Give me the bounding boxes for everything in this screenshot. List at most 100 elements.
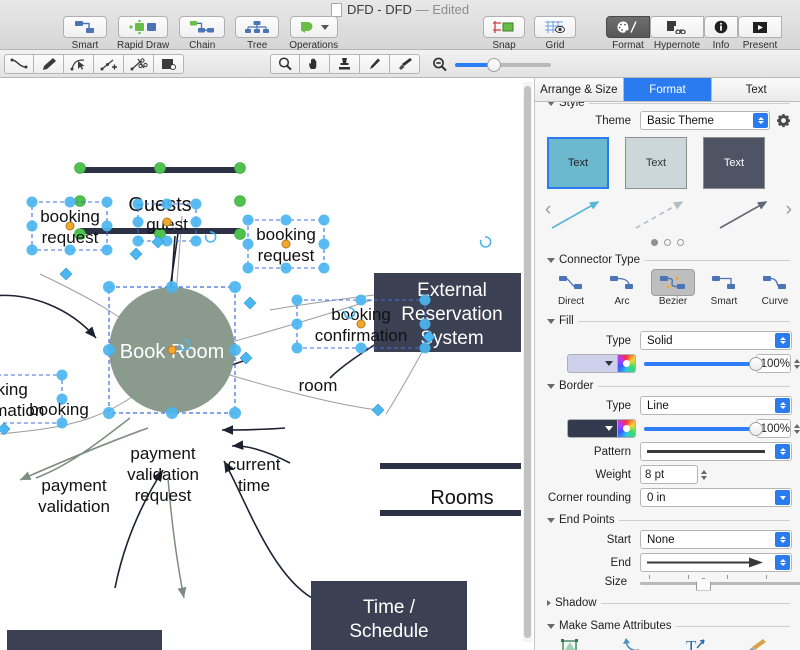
theme-select[interactable]: Basic Theme — [640, 111, 770, 130]
make-same-section-header[interactable]: Make Same Attributes — [535, 620, 800, 632]
connector-type-section-header[interactable]: Connector Type — [535, 254, 800, 266]
toolbar-item-format[interactable]: Format — [606, 16, 650, 51]
canvas-vertical-scrollbar[interactable] — [523, 82, 532, 642]
pager-dot-3[interactable] — [677, 239, 684, 246]
pager-dot-2[interactable] — [664, 239, 671, 246]
connector-type-arc[interactable]: Arc — [600, 269, 644, 307]
stamp-tool-icon[interactable] — [330, 54, 360, 74]
border-opacity-slider[interactable] — [644, 427, 749, 431]
border-type-select[interactable]: Line — [640, 396, 792, 415]
pager-dot-1[interactable] — [651, 239, 658, 246]
fill-color-wheel-icon[interactable] — [618, 354, 635, 373]
make-same-border-button[interactable]: Border — [613, 636, 653, 650]
rapid-draw-icon[interactable] — [118, 16, 168, 38]
zoom-slider-knob[interactable] — [487, 58, 501, 72]
corner-rounding-select[interactable]: 0 in — [640, 488, 792, 507]
theme-pager-dots[interactable] — [535, 239, 800, 246]
divider — [598, 386, 790, 387]
connector-type-direct[interactable]: Direct — [549, 269, 593, 307]
endpoint-end-select[interactable] — [640, 553, 792, 572]
grid-icon[interactable] — [534, 16, 576, 38]
theme-stepper-icon[interactable] — [753, 113, 768, 128]
theme-swatch-2[interactable]: Text — [625, 137, 687, 189]
toolbar-item-rapid-draw[interactable]: Rapid Draw — [117, 16, 169, 51]
connector-type-disclosure-icon[interactable] — [547, 258, 555, 263]
fill-opacity-slider[interactable] — [644, 362, 749, 366]
make-same-disclosure-icon[interactable] — [547, 624, 555, 629]
zoom-slider[interactable] — [455, 63, 551, 67]
border-pattern-select[interactable] — [640, 442, 792, 461]
endpoint-size-slider-knob[interactable] — [696, 578, 711, 591]
fill-color-swatch[interactable] — [567, 354, 619, 373]
border-type-stepper-icon[interactable] — [775, 398, 790, 413]
pen-tool-icon[interactable] — [34, 54, 64, 74]
add-node-icon[interactable] — [94, 54, 124, 74]
shadow-section-header[interactable]: Shadow — [535, 597, 800, 609]
end-points-disclosure-icon[interactable] — [547, 518, 555, 523]
info-icon[interactable] — [704, 16, 738, 38]
fill-disclosure-icon[interactable] — [547, 319, 555, 324]
hand-tool-icon[interactable] — [300, 54, 330, 74]
endpoint-end-stepper-icon[interactable] — [775, 555, 790, 570]
border-weight-value[interactable]: 8 pt — [640, 465, 698, 484]
toolbar-item-present[interactable]: Present — [738, 16, 782, 51]
endpoint-start-select[interactable]: None — [640, 530, 792, 549]
shadow-disclosure-icon[interactable] — [547, 600, 551, 606]
tab-text[interactable]: Text — [712, 78, 800, 101]
zoom-out-icon[interactable] — [432, 57, 448, 72]
curve-tool-icon[interactable] — [4, 54, 34, 74]
border-color-wheel-icon[interactable] — [618, 419, 635, 438]
make-same-text-format-button[interactable]: T Text Format — [675, 636, 715, 650]
border-disclosure-icon[interactable] — [547, 384, 555, 389]
toolbar-item-tree[interactable]: Tree — [235, 16, 279, 51]
fill-type-stepper-icon[interactable] — [775, 333, 790, 348]
gear-icon[interactable] — [776, 113, 791, 128]
endpoint-start-stepper-icon[interactable] — [775, 532, 790, 547]
border-pattern-stepper-icon[interactable] — [775, 444, 790, 459]
node-select-icon[interactable] — [64, 54, 94, 74]
canvas-scrollbar-thumb[interactable] — [524, 86, 531, 638]
toolbar-item-operations[interactable]: Operations — [289, 16, 338, 51]
toolbar-item-snap[interactable]: Snap — [483, 16, 525, 51]
zoom-control[interactable] — [432, 57, 551, 72]
diagram-canvas[interactable]: Guests Rooms External Reservation System — [0, 78, 521, 650]
delete-node-icon[interactable] — [124, 54, 154, 74]
connector-type-bezier[interactable]: Bezier — [651, 269, 695, 307]
border-opacity-stepper-icon[interactable] — [794, 424, 800, 434]
border-section-header[interactable]: Border — [535, 380, 800, 392]
snap-icon[interactable] — [483, 16, 525, 38]
eyedropper-icon[interactable] — [360, 54, 390, 74]
toolbar-item-grid[interactable]: Grid — [534, 16, 576, 51]
style-disclosure-icon[interactable] — [547, 102, 555, 106]
end-points-section-header[interactable]: End Points — [535, 514, 800, 526]
border-color-swatch[interactable] — [567, 419, 619, 438]
present-icon[interactable] — [738, 16, 782, 38]
theme-swatch-1[interactable]: Text — [547, 137, 609, 189]
connector-type-smart[interactable]: Smart — [702, 269, 746, 307]
chain-icon[interactable] — [179, 16, 225, 38]
palette-icon[interactable] — [606, 16, 650, 38]
connector-type-curve[interactable]: Curve — [753, 269, 797, 307]
operations-icon[interactable] — [290, 16, 338, 38]
smart-connector-icon[interactable] — [63, 16, 107, 38]
tree-icon[interactable] — [235, 16, 279, 38]
toolbar-item-hypernote[interactable]: Hypernote — [650, 16, 704, 51]
chevron-down-icon[interactable] — [775, 490, 790, 505]
tab-format[interactable]: Format — [624, 78, 713, 101]
paintbrush-icon[interactable] — [390, 54, 420, 74]
shape-icon[interactable] — [154, 54, 184, 74]
fill-opacity-stepper-icon[interactable] — [794, 359, 800, 369]
toolbar-item-smart[interactable]: Smart — [63, 16, 107, 51]
fill-type-select[interactable]: Solid — [640, 331, 792, 350]
zoom-tool-icon[interactable] — [270, 54, 300, 74]
endpoint-size-slider[interactable] — [640, 580, 800, 585]
fill-section-header[interactable]: Fill — [535, 315, 800, 327]
toolbar-item-chain[interactable]: Chain — [179, 16, 225, 51]
hypernote-icon[interactable] — [650, 16, 704, 38]
border-weight-stepper-icon[interactable] — [701, 470, 707, 480]
make-same-fill-button[interactable]: Fill — [551, 636, 591, 650]
theme-swatch-3[interactable]: Text — [703, 137, 765, 189]
tab-arrange-size[interactable]: Arrange & Size — [535, 78, 624, 101]
make-same-all-button[interactable]: All — [737, 636, 777, 650]
toolbar-item-info[interactable]: Info — [704, 16, 738, 51]
